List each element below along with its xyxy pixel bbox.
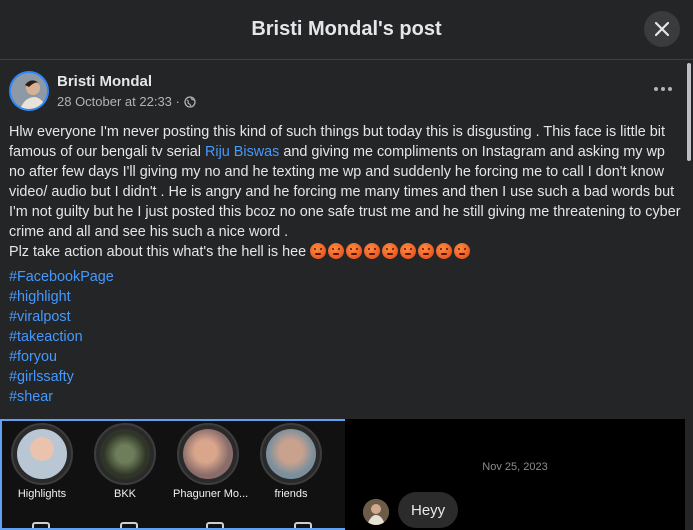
close-icon (654, 21, 670, 37)
hashtag-link[interactable]: #takeaction (9, 327, 114, 347)
highlight-thumbnail (177, 423, 239, 485)
instagram-screenshot-image[interactable]: Highlights BKK Phaguner Mo... friends (0, 419, 345, 530)
chat-message-bubble: Heyy (398, 492, 459, 528)
more-dots-icon (654, 87, 658, 91)
dialog-header: Bristi Mondal's post (0, 0, 693, 60)
reels-icon (120, 522, 138, 528)
highlight-label: Highlights (17, 488, 67, 500)
author-avatar[interactable] (9, 71, 49, 111)
chat-date: Nov 25, 2023 (482, 461, 548, 473)
close-button[interactable] (644, 11, 680, 47)
angry-face-emoji (400, 243, 417, 259)
tagged-icon (294, 522, 312, 528)
highlight-thumbnail (260, 423, 322, 485)
angry-face-emoji (310, 243, 327, 259)
author-name[interactable]: Bristi Mondal (57, 73, 152, 90)
angry-face-emoji (418, 243, 435, 259)
dialog-title: Bristi Mondal's post (251, 18, 442, 40)
highlight-item: Highlights (7, 421, 77, 500)
tagged-person-link[interactable]: Riju Biswas (205, 144, 279, 160)
hashtag-link[interactable]: #shear (9, 387, 114, 407)
highlight-thumbnail (94, 423, 156, 485)
angry-face-emoji (454, 243, 471, 259)
avatar-photo (11, 73, 47, 109)
post-meta: 28 October at 22:33 · (57, 94, 196, 109)
chat-avatar (363, 499, 389, 525)
share-icon (206, 522, 224, 528)
angry-face-emoji (346, 243, 363, 259)
highlight-item: friends (256, 421, 326, 500)
highlight-label: BKK (113, 488, 136, 500)
scrollbar-thumb[interactable] (687, 63, 691, 161)
profile-tab-bar (2, 516, 345, 528)
grid-icon (32, 522, 50, 528)
more-options-button[interactable] (651, 79, 675, 99)
highlight-label: Phaguner Mo... (173, 488, 249, 500)
chat-screenshot-image[interactable]: Nov 25, 2023 Heyy (345, 419, 685, 530)
angry-emoji-row (310, 243, 471, 259)
highlight-item: Phaguner Mo... (173, 421, 249, 500)
angry-face-emoji (328, 243, 345, 259)
globe-icon (184, 95, 196, 108)
post-timestamp[interactable]: 28 October at 22:33 · (57, 94, 180, 109)
post-card: Bristi Mondal 28 October at 22:33 · Hlw … (0, 61, 685, 530)
hashtag-link[interactable]: #highlight (9, 287, 114, 307)
angry-face-emoji (436, 243, 453, 259)
hashtag-link[interactable]: #viralpost (9, 307, 114, 327)
hashtag-link[interactable]: #FacebookPage (9, 267, 114, 287)
highlight-item: BKK (90, 421, 160, 500)
highlight-thumbnail (11, 423, 73, 485)
post-body: Hlw everyone I'm never posting this kind… (9, 122, 681, 262)
hashtag-link[interactable]: #foryou (9, 347, 114, 367)
angry-face-emoji (364, 243, 381, 259)
angry-face-emoji (382, 243, 399, 259)
hashtag-link[interactable]: #girlssafty (9, 367, 114, 387)
hashtag-list: #FacebookPage #highlight #viralpost #tak… (9, 267, 114, 407)
highlight-label: friends (274, 488, 308, 500)
post-media[interactable]: Highlights BKK Phaguner Mo... friends No… (0, 419, 685, 530)
scrollbar[interactable] (685, 61, 693, 530)
post-body-text-3: Plz take action about this what's the he… (9, 244, 311, 260)
